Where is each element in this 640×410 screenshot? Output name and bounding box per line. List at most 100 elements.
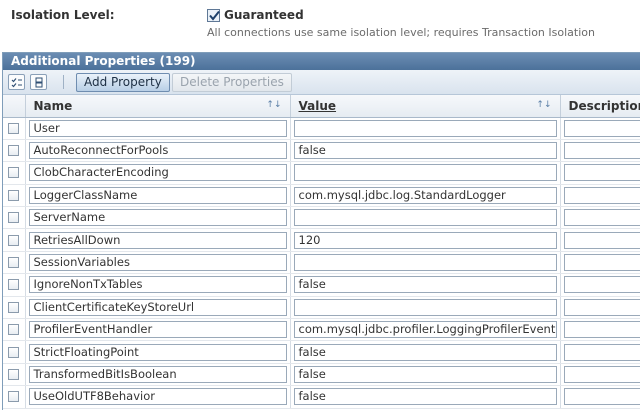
- property-description-input[interactable]: [563, 209, 640, 227]
- name-cell: ClobCharacterEncoding: [25, 161, 291, 185]
- property-description-input[interactable]: [563, 388, 640, 406]
- property-value-input[interactable]: false: [293, 276, 557, 294]
- row-select-cell: [3, 161, 26, 185]
- sort-icon[interactable]: ↑↓: [536, 100, 551, 110]
- property-name-input[interactable]: TransformedBitIsBoolean: [28, 365, 287, 383]
- deselect-all-icon[interactable]: [30, 74, 47, 90]
- name-cell: StrictFloatingPoint: [25, 340, 291, 364]
- property-value-input[interactable]: false: [293, 388, 557, 406]
- table-row: TransformedBitIsBoolean false: [3, 363, 640, 387]
- description-cell: [560, 139, 640, 163]
- row-checkbox[interactable]: [8, 122, 19, 134]
- property-name-input[interactable]: ClientCertificateKeyStoreUrl: [28, 298, 287, 316]
- guaranteed-label: Guaranteed: [224, 8, 304, 22]
- property-name-input[interactable]: StrictFloatingPoint: [28, 343, 287, 361]
- property-value-input[interactable]: [293, 119, 557, 137]
- table-row: ClobCharacterEncoding: [3, 161, 640, 185]
- properties-table: Name ↑↓ Value ↑↓ Description: User AutoReco…: [3, 95, 640, 409]
- property-description-input[interactable]: [563, 142, 640, 160]
- table-row: ServerName: [3, 206, 640, 230]
- property-description-input[interactable]: [563, 321, 640, 339]
- panel-title: Additional Properties (199): [3, 53, 640, 70]
- row-checkbox[interactable]: [8, 189, 19, 201]
- row-checkbox[interactable]: [8, 212, 19, 224]
- property-name-input[interactable]: LoggerClassName: [28, 186, 287, 204]
- row-checkbox[interactable]: [8, 257, 19, 269]
- table-row: User: [3, 117, 640, 140]
- name-column-header[interactable]: Name ↑↓: [25, 95, 291, 118]
- description-cell: [560, 318, 640, 342]
- row-select-cell: [3, 273, 26, 297]
- property-description-input[interactable]: [563, 298, 640, 316]
- description-column-header: Description:: [560, 95, 640, 118]
- value-cell: [290, 296, 561, 320]
- table-row: SessionVariables: [3, 251, 640, 275]
- property-name-input[interactable]: User: [28, 119, 287, 137]
- property-name-input[interactable]: RetriesAllDown: [28, 231, 287, 249]
- property-value-input[interactable]: false: [293, 142, 557, 160]
- property-name-input[interactable]: SessionVariables: [28, 254, 287, 272]
- value-cell: [290, 161, 561, 185]
- name-cell: TransformedBitIsBoolean: [25, 363, 291, 387]
- row-select-cell: [3, 206, 26, 230]
- row-checkbox[interactable]: [8, 346, 19, 358]
- table-header-row: Name ↑↓ Value ↑↓ Description:: [3, 95, 640, 118]
- description-cell: [560, 161, 640, 185]
- table-row: ProfilerEventHandler com.mysql.jdbc.profi…: [3, 318, 640, 342]
- row-checkbox[interactable]: [8, 167, 19, 179]
- value-column-header[interactable]: Value ↑↓: [290, 95, 561, 118]
- name-cell: RetriesAllDown: [25, 228, 291, 252]
- property-value-input[interactable]: com.mysql.jdbc.profiler.LoggingProfilerE…: [293, 321, 557, 339]
- property-name-input[interactable]: ClobCharacterEncoding: [28, 164, 287, 182]
- delete-properties-button[interactable]: Delete Properties: [172, 73, 292, 92]
- value-cell: [290, 206, 561, 230]
- property-value-input[interactable]: false: [293, 343, 557, 361]
- value-cell: false: [290, 385, 561, 409]
- guaranteed-checkbox[interactable]: [207, 9, 220, 22]
- property-name-input[interactable]: UseOldUTF8Behavior: [28, 388, 287, 406]
- property-value-input[interactable]: [293, 254, 557, 272]
- row-checkbox[interactable]: [8, 391, 19, 403]
- toolbar-separator: [63, 75, 64, 89]
- property-name-input[interactable]: ServerName: [28, 209, 287, 227]
- sort-icon[interactable]: ↑↓: [266, 100, 281, 110]
- select-all-icon[interactable]: [8, 74, 25, 90]
- property-description-input[interactable]: [563, 231, 640, 249]
- property-value-input[interactable]: [293, 298, 557, 316]
- select-column-header: [3, 95, 26, 118]
- table-row: UseOldUTF8Behavior false: [3, 385, 640, 409]
- row-checkbox[interactable]: [8, 301, 19, 313]
- row-checkbox[interactable]: [8, 145, 19, 157]
- property-description-input[interactable]: [563, 186, 640, 204]
- add-property-button[interactable]: Add Property: [76, 73, 170, 92]
- value-cell: false: [290, 363, 561, 387]
- description-cell: [560, 228, 640, 252]
- property-value-input[interactable]: [293, 164, 557, 182]
- name-cell: ProfilerEventHandler: [25, 318, 291, 342]
- property-description-input[interactable]: [563, 254, 640, 272]
- table-row: RetriesAllDown 120: [3, 228, 640, 252]
- name-cell: IgnoreNonTxTables: [25, 273, 291, 297]
- row-select-cell: [3, 139, 26, 163]
- value-cell: com.mysql.jdbc.profiler.LoggingProfilerE…: [290, 318, 561, 342]
- property-description-input[interactable]: [563, 164, 640, 182]
- property-value-input[interactable]: false: [293, 365, 557, 383]
- property-description-input[interactable]: [563, 343, 640, 361]
- row-checkbox[interactable]: [8, 368, 19, 380]
- description-cell: [560, 363, 640, 387]
- property-name-input[interactable]: AutoReconnectForPools: [28, 142, 287, 160]
- row-select-cell: [3, 117, 26, 140]
- row-checkbox[interactable]: [8, 324, 19, 336]
- property-value-input[interactable]: com.mysql.jdbc.log.StandardLogger: [293, 186, 557, 204]
- property-value-input[interactable]: [293, 209, 557, 227]
- row-checkbox[interactable]: [8, 234, 19, 246]
- property-name-input[interactable]: ProfilerEventHandler: [28, 321, 287, 339]
- description-cell: [560, 117, 640, 140]
- property-description-input[interactable]: [563, 276, 640, 294]
- property-value-input[interactable]: 120: [293, 231, 557, 249]
- row-checkbox[interactable]: [8, 279, 19, 291]
- property-description-input[interactable]: [563, 119, 640, 137]
- property-name-input[interactable]: IgnoreNonTxTables: [28, 276, 287, 294]
- name-cell: ClientCertificateKeyStoreUrl: [25, 296, 291, 320]
- property-description-input[interactable]: [563, 365, 640, 383]
